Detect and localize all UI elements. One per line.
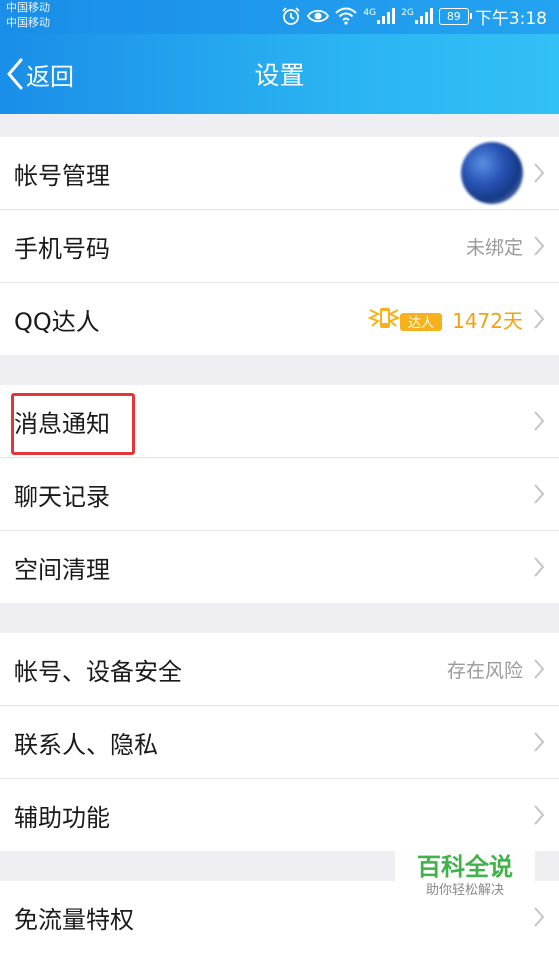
row-accessibility[interactable]: 辅助功能 [0,779,559,851]
row-label: QQ达人 [14,307,100,336]
chevron-right-icon [534,732,545,752]
page-title: 设置 [254,61,305,90]
phone-status: 未绑定 [465,236,523,259]
eye-icon [307,9,330,23]
row-label: 帐号管理 [14,161,110,190]
row-label: 帐号、设备安全 [14,657,182,686]
row-account-management[interactable]: 帐号管理 [0,137,559,210]
chevron-right-icon [534,907,545,927]
daren-medal-icon: 达人 [368,308,443,331]
row-message-notification[interactable]: 消息通知 [0,385,559,458]
row-phone-number[interactable]: 手机号码 未绑定 [0,210,559,283]
row-qq-daren[interactable]: QQ达人 达人 1472天 [0,283,559,355]
security-status: 存在风险 [446,659,523,682]
row-right [533,556,545,578]
row-chat-history[interactable]: 聊天记录 [0,458,559,531]
carrier-info: 中国移动 中国移动 [6,0,50,30]
row-label: 免流量特权 [14,905,134,934]
watermark-title: 百科全说 [417,853,513,881]
row-label: 联系人、隐私 [14,730,158,759]
row-right: 存在风险 [447,656,545,683]
row-label: 消息通知 [14,409,110,438]
row-right [533,804,545,826]
row-right [533,731,545,753]
row-right [461,142,545,204]
carrier-2: 中国移动 [6,16,50,29]
row-right: 达人 1472天 [368,304,545,334]
row-right [533,410,545,432]
daren-days: 1472天 [452,308,523,333]
settings-group-account: 帐号管理 手机号码 未绑定 QQ达人 达人 1472天 [0,137,559,355]
network-1-label: 4G [363,8,377,18]
chevron-right-icon [534,411,545,431]
signal-bars-icon [377,8,396,24]
chevron-right-icon [534,557,545,577]
battery-icon: 89 [438,7,472,25]
chevron-right-icon [534,659,545,679]
row-label: 聊天记录 [14,482,110,511]
nav-bar: 返回 设置 [0,34,559,114]
row-label: 手机号码 [14,234,110,263]
chevron-right-icon [534,309,545,329]
status-bar: 中国移动 中国移动 4G 2G 89 下午3:18 [0,0,559,34]
signal-2: 2G [401,8,433,24]
row-right: 未绑定 [466,233,545,260]
chevron-right-icon [534,236,545,256]
network-2-label: 2G [401,8,414,18]
chevron-right-icon [534,805,545,825]
signal-1: 4G [363,8,396,24]
settings-group-security: 帐号、设备安全 存在风险 联系人、隐私 辅助功能 [0,633,559,851]
signal-bars-icon [414,8,433,24]
daren-badge: 达人 1472天 [368,304,523,334]
row-right [533,906,545,928]
carrier-1: 中国移动 [6,1,50,14]
watermark-subtitle: 助你轻松解决 [425,883,504,898]
clock: 下午3:18 [474,8,547,29]
daren-badge-label: 达人 [408,316,434,331]
avatar [461,142,523,204]
wifi-icon [335,7,358,25]
row-label: 辅助功能 [14,803,110,832]
settings-group-messages: 消息通知 聊天记录 空间清理 [0,385,559,603]
status-icons: 4G 2G 89 下午3:18 [281,3,547,29]
row-label: 空间清理 [14,555,110,584]
watermark-logo: 百科全说 助你轻松解决 [395,848,535,906]
row-storage-cleanup[interactable]: 空间清理 [0,531,559,603]
row-contacts-privacy[interactable]: 联系人、隐私 [0,706,559,779]
chevron-right-icon [534,163,545,183]
alarm-icon [282,7,301,25]
chevron-right-icon [534,484,545,504]
row-account-device-security[interactable]: 帐号、设备安全 存在风险 [0,633,559,706]
row-right [533,483,545,505]
